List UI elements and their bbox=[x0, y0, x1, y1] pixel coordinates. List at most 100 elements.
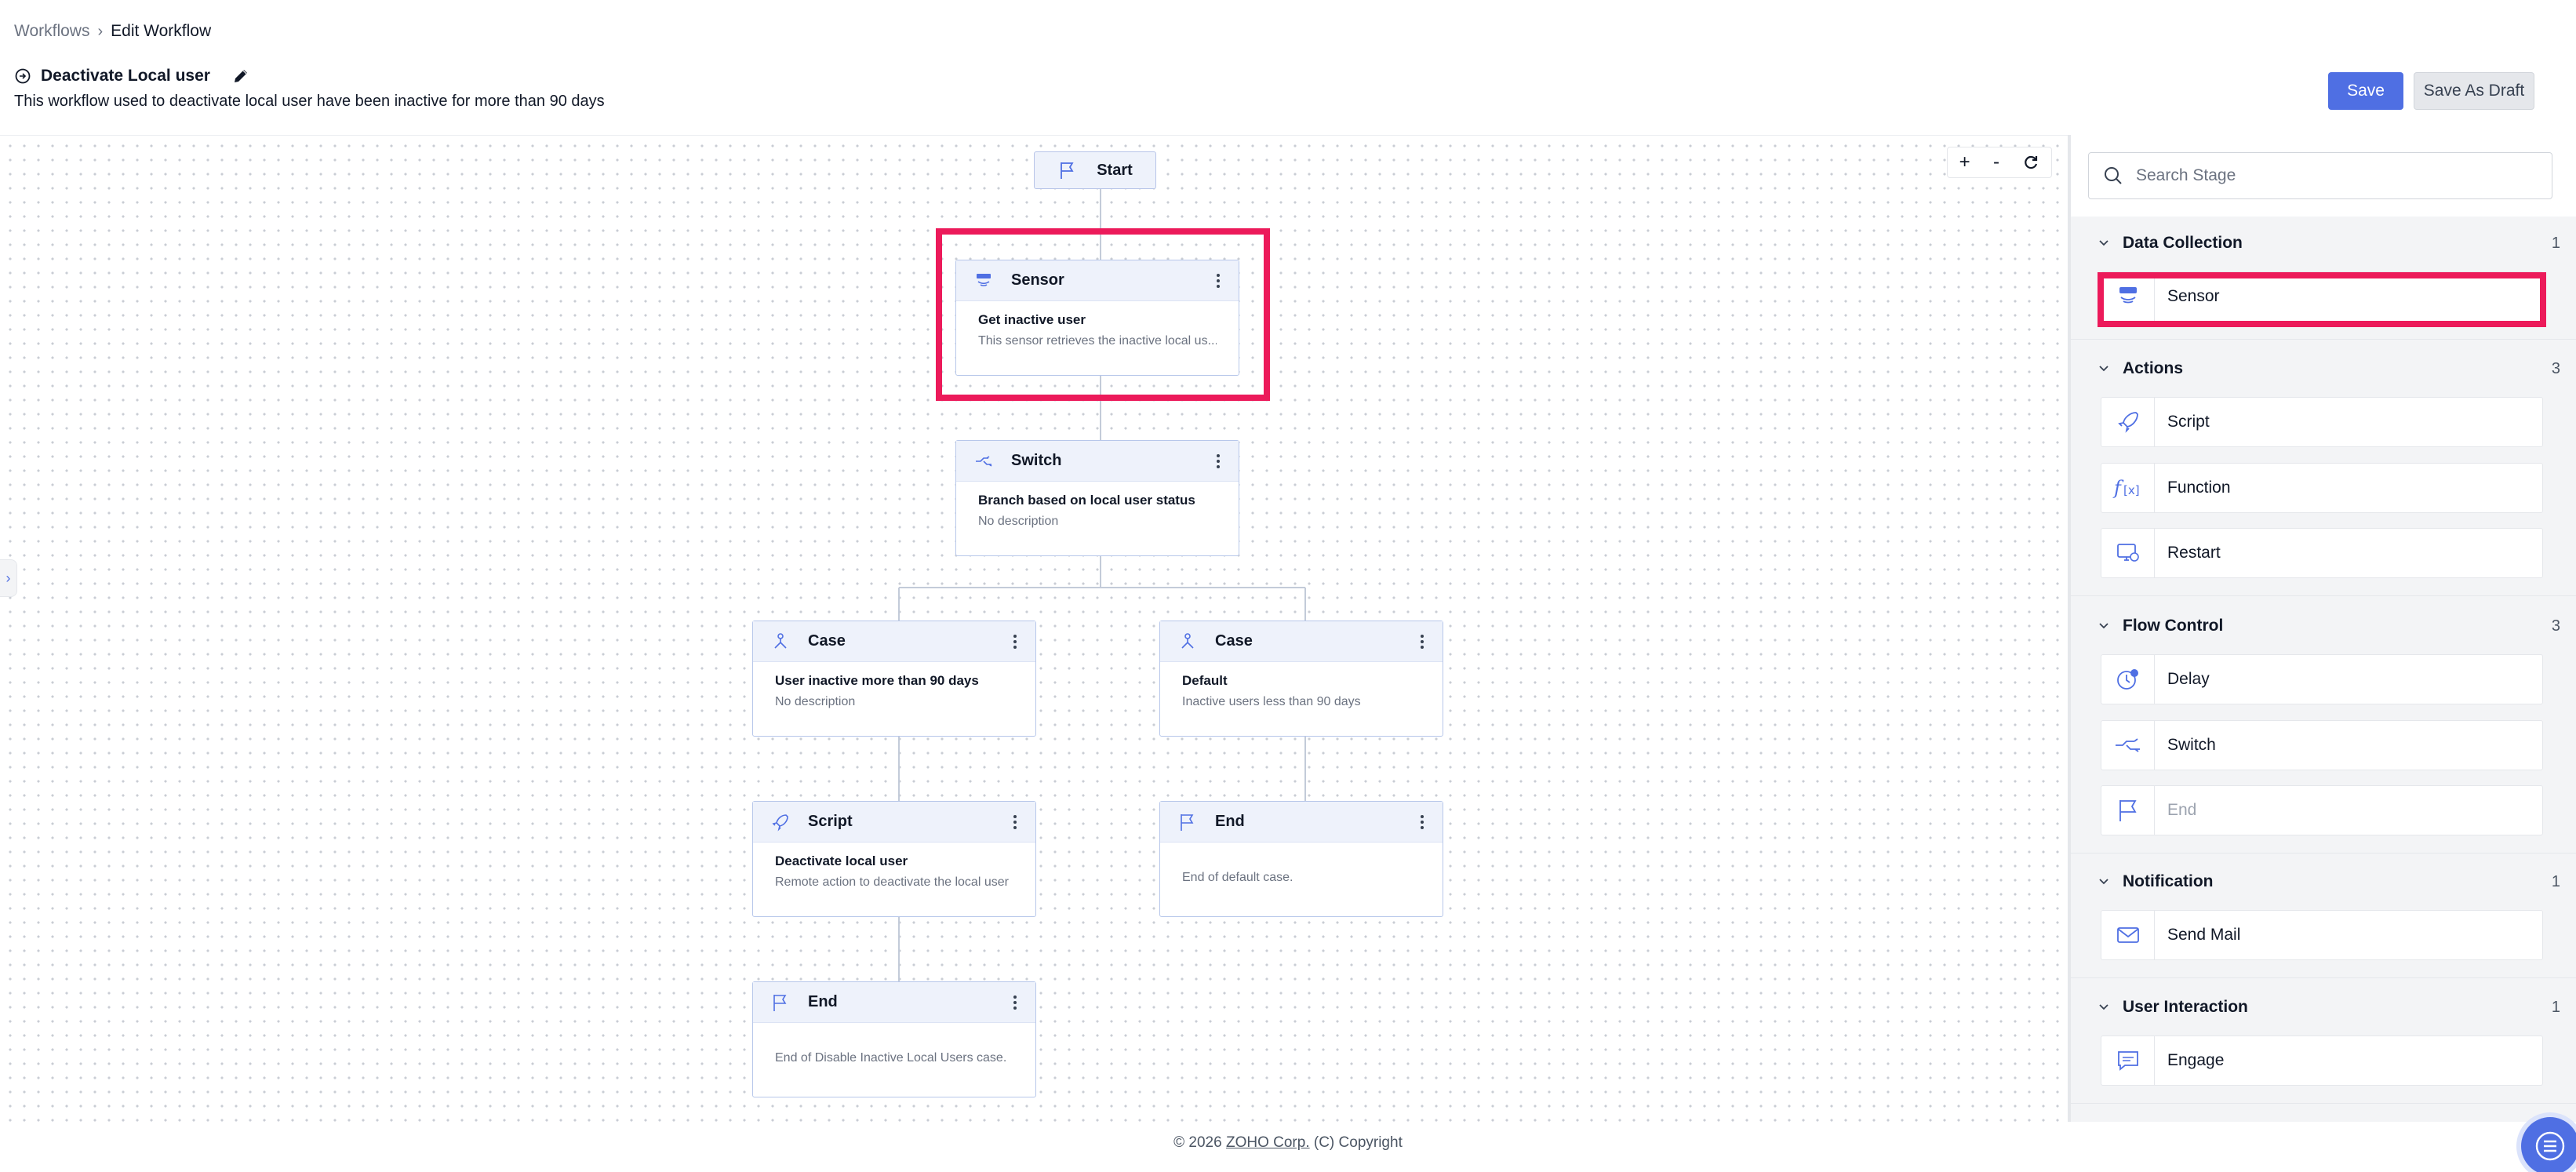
node-header: Sensor bbox=[956, 260, 1239, 301]
stage-item-script[interactable]: Script bbox=[2101, 397, 2543, 447]
group-header-notification[interactable]: Notification 1 bbox=[2071, 866, 2576, 897]
group-header-flow-control[interactable]: Flow Control 3 bbox=[2071, 610, 2576, 642]
footer-company-link[interactable]: ZOHO Corp. bbox=[1226, 1134, 1310, 1151]
delay-icon bbox=[2101, 654, 2155, 704]
svg-text:f: f bbox=[2112, 477, 2124, 499]
node-menu-icon[interactable] bbox=[1210, 451, 1226, 471]
search-stage-box bbox=[2088, 152, 2552, 199]
group-header-user-interaction[interactable]: User Interaction 1 bbox=[2071, 992, 2576, 1023]
chevron-down-icon bbox=[2099, 879, 2108, 885]
start-node[interactable]: Start bbox=[1034, 151, 1156, 189]
stage-item-end: End bbox=[2101, 785, 2543, 835]
refresh-icon[interactable] bbox=[2022, 154, 2039, 171]
node-menu-icon[interactable] bbox=[1414, 631, 1430, 652]
workflow-title: Deactivate Local user bbox=[41, 67, 210, 85]
flag-icon bbox=[770, 992, 791, 1013]
workflow-node-sensor[interactable]: Sensor Get inactive user This sensor ret… bbox=[955, 260, 1239, 376]
stage-item-delay[interactable]: Delay bbox=[2101, 654, 2543, 704]
chevron-down-icon bbox=[2099, 623, 2108, 629]
flag-icon bbox=[2101, 785, 2155, 835]
node-name: Default bbox=[1182, 673, 1228, 688]
stage-item-function[interactable]: f [x] Function bbox=[2101, 463, 2543, 513]
start-label: Start bbox=[1097, 161, 1133, 179]
script-icon bbox=[770, 812, 791, 832]
case-icon bbox=[770, 631, 791, 652]
group-divider bbox=[2071, 339, 2576, 340]
node-type: Case bbox=[1215, 632, 1253, 650]
stage-item-label: Sensor bbox=[2167, 287, 2220, 305]
node-name: Get inactive user bbox=[978, 312, 1086, 327]
node-description: This sensor retrieves the inactive local… bbox=[978, 334, 1217, 348]
group-title: Flow Control bbox=[2123, 617, 2224, 635]
node-menu-icon[interactable] bbox=[1210, 271, 1226, 291]
node-menu-icon[interactable] bbox=[1007, 992, 1023, 1013]
stage-item-label: Script bbox=[2167, 413, 2210, 431]
group-count: 1 bbox=[2551, 872, 2560, 890]
search-stage-input[interactable] bbox=[2136, 166, 2528, 185]
workflow-canvas[interactable]: + - › Start Sensor Get inactive user Thi… bbox=[0, 135, 2068, 1122]
switch-icon bbox=[2101, 720, 2155, 770]
group-user-interaction: User Interaction 1 bbox=[2071, 992, 2576, 1023]
chevron-down-icon bbox=[2099, 366, 2108, 372]
stage-palette-panel: Data Collection 1 Sensor Actions 3 Scrip… bbox=[2068, 135, 2576, 1122]
group-data-collection: Data Collection 1 bbox=[2071, 227, 2576, 259]
group-flow-control: Flow Control 3 bbox=[2071, 610, 2576, 642]
stage-item-switch[interactable]: Switch bbox=[2101, 720, 2543, 770]
group-count: 3 bbox=[2551, 359, 2560, 377]
breadcrumb: Workflows › Edit Workflow bbox=[14, 22, 211, 41]
node-type: End bbox=[1215, 813, 1245, 830]
case-icon bbox=[1177, 631, 1198, 652]
stage-item-label: Send Mail bbox=[2167, 926, 2241, 944]
expand-left-panel-handle[interactable]: › bbox=[0, 559, 17, 597]
group-divider bbox=[2071, 595, 2576, 596]
breadcrumb-workflows-link[interactable]: Workflows bbox=[14, 22, 89, 41]
flag-icon bbox=[1061, 162, 1074, 179]
footer-copyright: © 2026 ZOHO Corp. (C) Copyright bbox=[0, 1134, 2576, 1152]
stage-item-restart[interactable]: Restart bbox=[2101, 528, 2543, 578]
function-icon: f [x] bbox=[2101, 463, 2155, 513]
node-name: User inactive more than 90 days bbox=[775, 673, 979, 688]
breadcrumb-current: Edit Workflow bbox=[111, 22, 212, 40]
group-count: 3 bbox=[2551, 617, 2560, 635]
workflow-node-end-case[interactable]: End End of Disable Inactive Local Users … bbox=[752, 981, 1036, 1097]
stage-item-send-mail[interactable]: Send Mail bbox=[2101, 910, 2543, 960]
node-type: Case bbox=[808, 632, 846, 650]
workflow-node-switch[interactable]: Switch Branch based on local user status… bbox=[955, 440, 1239, 556]
node-header: End bbox=[1160, 802, 1443, 843]
footer-suffix: (C) Copyright bbox=[1313, 1134, 1403, 1151]
restart-icon bbox=[2101, 528, 2155, 578]
stage-item-engage[interactable]: Engage bbox=[2101, 1036, 2543, 1086]
zoom-out-button[interactable]: - bbox=[1993, 153, 1999, 172]
node-description: End of default case. bbox=[1182, 871, 1293, 884]
zoom-in-button[interactable]: + bbox=[1959, 153, 1970, 172]
node-header: End bbox=[753, 982, 1035, 1023]
workflow-node-case-default[interactable]: Case Default Inactive users less than 90… bbox=[1159, 621, 1443, 737]
save-as-draft-button[interactable]: Save As Draft bbox=[2414, 72, 2534, 110]
group-divider bbox=[2071, 1103, 2576, 1104]
mail-icon bbox=[2101, 910, 2155, 960]
stage-item-label: Switch bbox=[2167, 736, 2216, 754]
pencil-icon[interactable] bbox=[231, 66, 251, 86]
workflow-node-end-default[interactable]: End End of default case. bbox=[1159, 801, 1443, 917]
group-divider bbox=[2071, 853, 2576, 854]
stage-item-label: Delay bbox=[2167, 670, 2210, 688]
group-header-actions[interactable]: Actions 3 bbox=[2071, 353, 2576, 384]
sensor-icon bbox=[973, 271, 994, 291]
node-type: Sensor bbox=[1011, 271, 1064, 289]
search-icon bbox=[2105, 167, 2122, 184]
workflow-node-case-inactive[interactable]: Case User inactive more than 90 days No … bbox=[752, 621, 1036, 737]
chevron-down-icon bbox=[2099, 1004, 2108, 1010]
save-button[interactable]: Save bbox=[2328, 72, 2403, 110]
stage-item-label: End bbox=[2167, 801, 2197, 819]
menu-fab-button[interactable] bbox=[2521, 1117, 2576, 1172]
node-name: Branch based on local user status bbox=[978, 493, 1195, 508]
node-menu-icon[interactable] bbox=[1007, 631, 1023, 652]
stage-item-sensor[interactable]: Sensor bbox=[2101, 271, 2543, 322]
node-menu-icon[interactable] bbox=[1414, 812, 1430, 832]
workflow-node-script[interactable]: Script Deactivate local user Remote acti… bbox=[752, 801, 1036, 917]
chevron-down-icon bbox=[2099, 240, 2108, 246]
group-count: 1 bbox=[2551, 234, 2560, 252]
group-header-data-collection[interactable]: Data Collection 1 bbox=[2071, 227, 2576, 259]
node-header: Script bbox=[753, 802, 1035, 843]
node-menu-icon[interactable] bbox=[1007, 812, 1023, 832]
